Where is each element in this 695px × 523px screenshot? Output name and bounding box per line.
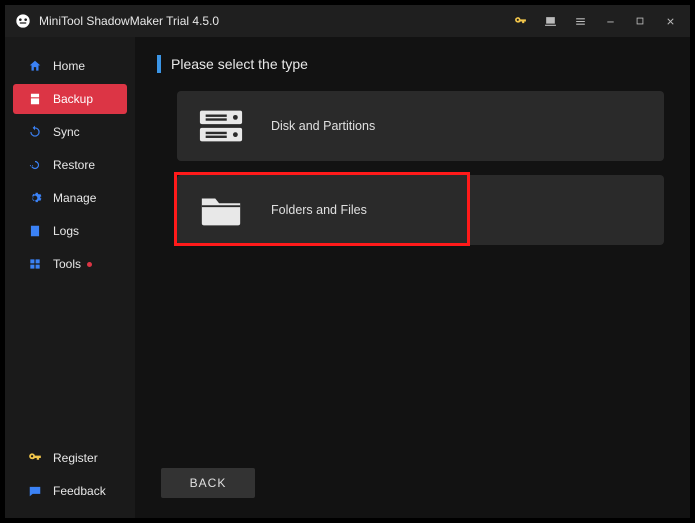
sidebar-item-manage[interactable]: Manage [5,183,135,213]
option-disk-partitions[interactable]: Disk and Partitions [177,91,664,161]
header-accent-bar [157,55,161,73]
app-window: MiniTool ShadowMaker Trial 4.5.0 Home [4,4,691,519]
tools-icon [27,256,43,272]
backup-icon [27,91,43,107]
computer-icon[interactable] [540,11,560,31]
folder-icon [195,188,247,232]
sidebar-item-label: Logs [53,224,79,238]
home-icon [27,58,43,74]
option-folders-files[interactable]: Folders and Files [177,175,664,245]
footer: BACK [157,468,668,498]
key-icon [27,450,43,466]
option-label: Disk and Partitions [271,119,375,133]
logs-icon [27,223,43,239]
back-button[interactable]: BACK [161,468,255,498]
sidebar-item-backup[interactable]: Backup [13,84,127,114]
sidebar-item-feedback[interactable]: Feedback [5,476,135,506]
notification-dot-icon [87,262,92,267]
app-title: MiniTool ShadowMaker Trial 4.5.0 [39,14,219,28]
page-header: Please select the type [157,55,668,73]
sidebar-item-label: Feedback [53,484,106,498]
maximize-icon[interactable] [630,11,650,31]
option-label: Folders and Files [271,203,367,217]
sidebar-item-tools[interactable]: Tools [5,249,135,279]
feedback-icon [27,483,43,499]
menu-icon[interactable] [570,11,590,31]
sidebar-item-sync[interactable]: Sync [5,117,135,147]
sidebar-item-register[interactable]: Register [5,443,135,473]
close-icon[interactable] [660,11,680,31]
main-panel: Please select the type [135,37,690,518]
sidebar-item-restore[interactable]: Restore [5,150,135,180]
key-icon[interactable] [510,11,530,31]
sidebar-item-label: Backup [53,92,93,106]
sidebar-item-home[interactable]: Home [5,51,135,81]
option-list: Disk and Partitions Folders and Files [157,91,668,259]
minimize-icon[interactable] [600,11,620,31]
sidebar-item-label: Home [53,59,85,73]
sidebar-item-logs[interactable]: Logs [5,216,135,246]
gear-icon [27,190,43,206]
restore-icon [27,157,43,173]
sync-icon [27,124,43,140]
sidebar-item-label: Tools [53,257,81,271]
disk-icon [195,104,247,148]
sidebar: Home Backup Sync Restore Manage Logs [5,37,135,518]
app-logo-icon [15,13,31,29]
page-title: Please select the type [171,56,308,72]
sidebar-item-label: Restore [53,158,95,172]
sidebar-item-label: Sync [53,125,80,139]
titlebar: MiniTool ShadowMaker Trial 4.5.0 [5,5,690,37]
sidebar-item-label: Manage [53,191,96,205]
sidebar-item-label: Register [53,451,98,465]
content-area: Home Backup Sync Restore Manage Logs [5,37,690,518]
